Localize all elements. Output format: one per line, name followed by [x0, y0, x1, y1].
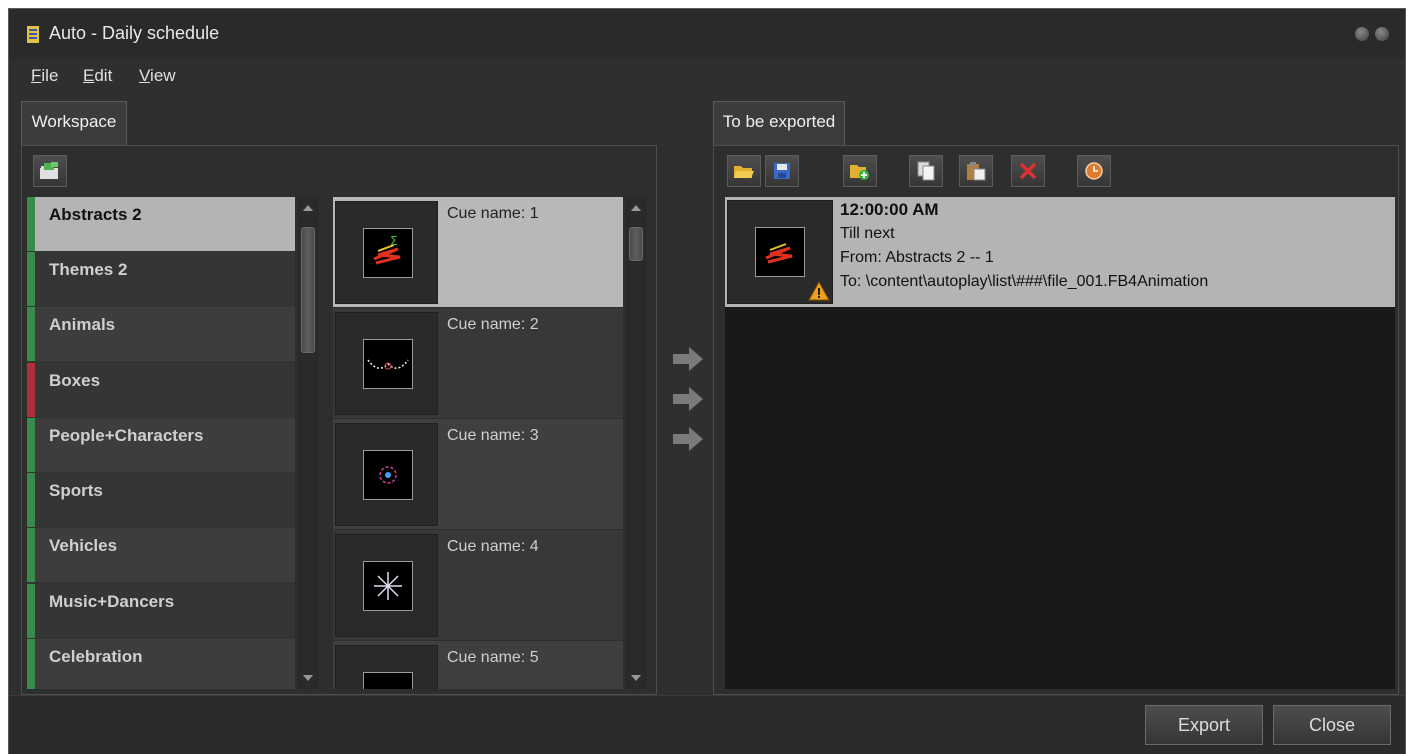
- menu-edit[interactable]: Edit: [83, 66, 112, 86]
- category-label: Boxes: [49, 371, 101, 390]
- menu-bar: File Edit View: [9, 59, 1405, 95]
- save-icon: [774, 163, 790, 179]
- tab-workspace-label: Workspace: [31, 112, 117, 131]
- cue-thumbnail: [335, 423, 438, 526]
- tab-to-be-exported[interactable]: To be exported: [713, 101, 845, 145]
- export-entry[interactable]: 12:00:00 AM Till next From: Abstracts 2 …: [725, 197, 1395, 307]
- category-item[interactable]: Abstracts 2: [27, 197, 295, 251]
- cue-item[interactable]: Cue name: 3: [333, 419, 623, 529]
- category-label: Themes 2: [49, 260, 128, 279]
- open-folder-button[interactable]: [33, 155, 67, 187]
- cue-thumbnail: [335, 534, 438, 637]
- cue-name: Cue name: 3: [447, 427, 539, 444]
- entry-time: 12:00:00 AM: [840, 200, 939, 219]
- category-label: Music+Dancers: [49, 592, 175, 611]
- menu-file[interactable]: File: [31, 66, 58, 86]
- delete-button[interactable]: [1011, 155, 1045, 187]
- export-button[interactable]: Export: [1145, 705, 1263, 745]
- category-label: Vehicles: [49, 536, 118, 555]
- window-title: Auto - Daily schedule: [49, 23, 220, 43]
- category-label: Celebration: [49, 647, 143, 666]
- copy-icon: [917, 161, 935, 181]
- category-list: Abstracts 2 Themes 2 Animals Boxes Peopl…: [27, 197, 295, 689]
- category-item[interactable]: People+Characters: [27, 418, 295, 472]
- entry-thumbnail: [727, 200, 833, 304]
- add-icon: [850, 165, 869, 180]
- scrollbar-thumb[interactable]: [301, 227, 315, 353]
- paste-icon: [967, 162, 986, 181]
- category-item[interactable]: Vehicles: [27, 528, 295, 582]
- schedule-button[interactable]: [1077, 155, 1111, 187]
- cue-thumbnail: [335, 645, 438, 689]
- delete-icon: [1019, 162, 1037, 180]
- entry-source: From: Abstracts 2 -- 1: [840, 249, 994, 266]
- open-button[interactable]: [727, 155, 761, 187]
- cue-list: Σ Cue name: 1 Cue name: 2 Cue name: 3 Cu…: [333, 197, 623, 689]
- scrollbar-thumb[interactable]: [629, 227, 643, 261]
- add-button[interactable]: [843, 155, 877, 187]
- cue-item[interactable]: Cue name: 5: [333, 641, 623, 689]
- close-button[interactable]: Close: [1273, 705, 1391, 745]
- category-item[interactable]: Themes 2: [27, 252, 295, 306]
- tab-export-label: To be exported: [722, 112, 836, 131]
- category-scrollbar[interactable]: [297, 197, 319, 689]
- clock-icon: [1085, 162, 1103, 180]
- export-list: 12:00:00 AM Till next From: Abstracts 2 …: [725, 197, 1395, 689]
- cue-name: Cue name: 5: [447, 649, 539, 666]
- cue-item[interactable]: Cue name: 4: [333, 530, 623, 640]
- open-folder-icon: [40, 162, 58, 179]
- menu-view[interactable]: View: [139, 66, 176, 86]
- main-window: Auto - Daily schedule File Edit View Wor…: [8, 8, 1406, 754]
- category-item[interactable]: Music+Dancers: [27, 584, 295, 638]
- cue-thumbnail: Σ: [335, 201, 438, 304]
- category-item[interactable]: Celebration: [27, 639, 295, 689]
- scroll-down-icon[interactable]: [303, 675, 313, 681]
- cue-thumbnail: [335, 312, 438, 415]
- arrow-right-icon[interactable]: [671, 385, 705, 413]
- warning-icon: [808, 281, 830, 301]
- cue-scrollbar[interactable]: [625, 197, 647, 689]
- category-item[interactable]: Sports: [27, 473, 295, 527]
- app-icon: [27, 26, 39, 43]
- category-label: People+Characters: [49, 426, 204, 445]
- category-label: Sports: [49, 481, 103, 500]
- category-label: Animals: [49, 315, 116, 334]
- entry-destination: To: \content\autoplay\list\###\file_001.…: [840, 273, 1209, 290]
- scroll-down-icon[interactable]: [631, 675, 641, 681]
- cue-name: Cue name: 2: [447, 316, 539, 333]
- category-label: Abstracts 2: [49, 205, 142, 224]
- category-item[interactable]: Boxes: [27, 363, 295, 417]
- title-bar: Auto - Daily schedule: [9, 9, 1405, 59]
- arrow-right-icon[interactable]: [671, 425, 705, 453]
- close-icon[interactable]: [1375, 27, 1389, 41]
- open-icon: [734, 166, 754, 178]
- cue-name: Cue name: 1: [447, 205, 539, 222]
- cue-name: Cue name: 4: [447, 538, 539, 555]
- scroll-up-icon[interactable]: [631, 205, 641, 211]
- arrow-right-icon[interactable]: [671, 345, 705, 373]
- svg-text:Σ: Σ: [390, 234, 398, 248]
- tab-workspace[interactable]: Workspace: [21, 101, 127, 145]
- cue-item[interactable]: Σ Cue name: 1: [333, 197, 623, 307]
- category-item[interactable]: Animals: [27, 307, 295, 361]
- scroll-up-icon[interactable]: [303, 205, 313, 211]
- cue-item[interactable]: Cue name: 2: [333, 308, 623, 418]
- entry-duration: Till next: [840, 225, 895, 242]
- paste-button[interactable]: [959, 155, 993, 187]
- copy-button[interactable]: [909, 155, 943, 187]
- minimize-icon[interactable]: [1355, 27, 1369, 41]
- save-button[interactable]: [765, 155, 799, 187]
